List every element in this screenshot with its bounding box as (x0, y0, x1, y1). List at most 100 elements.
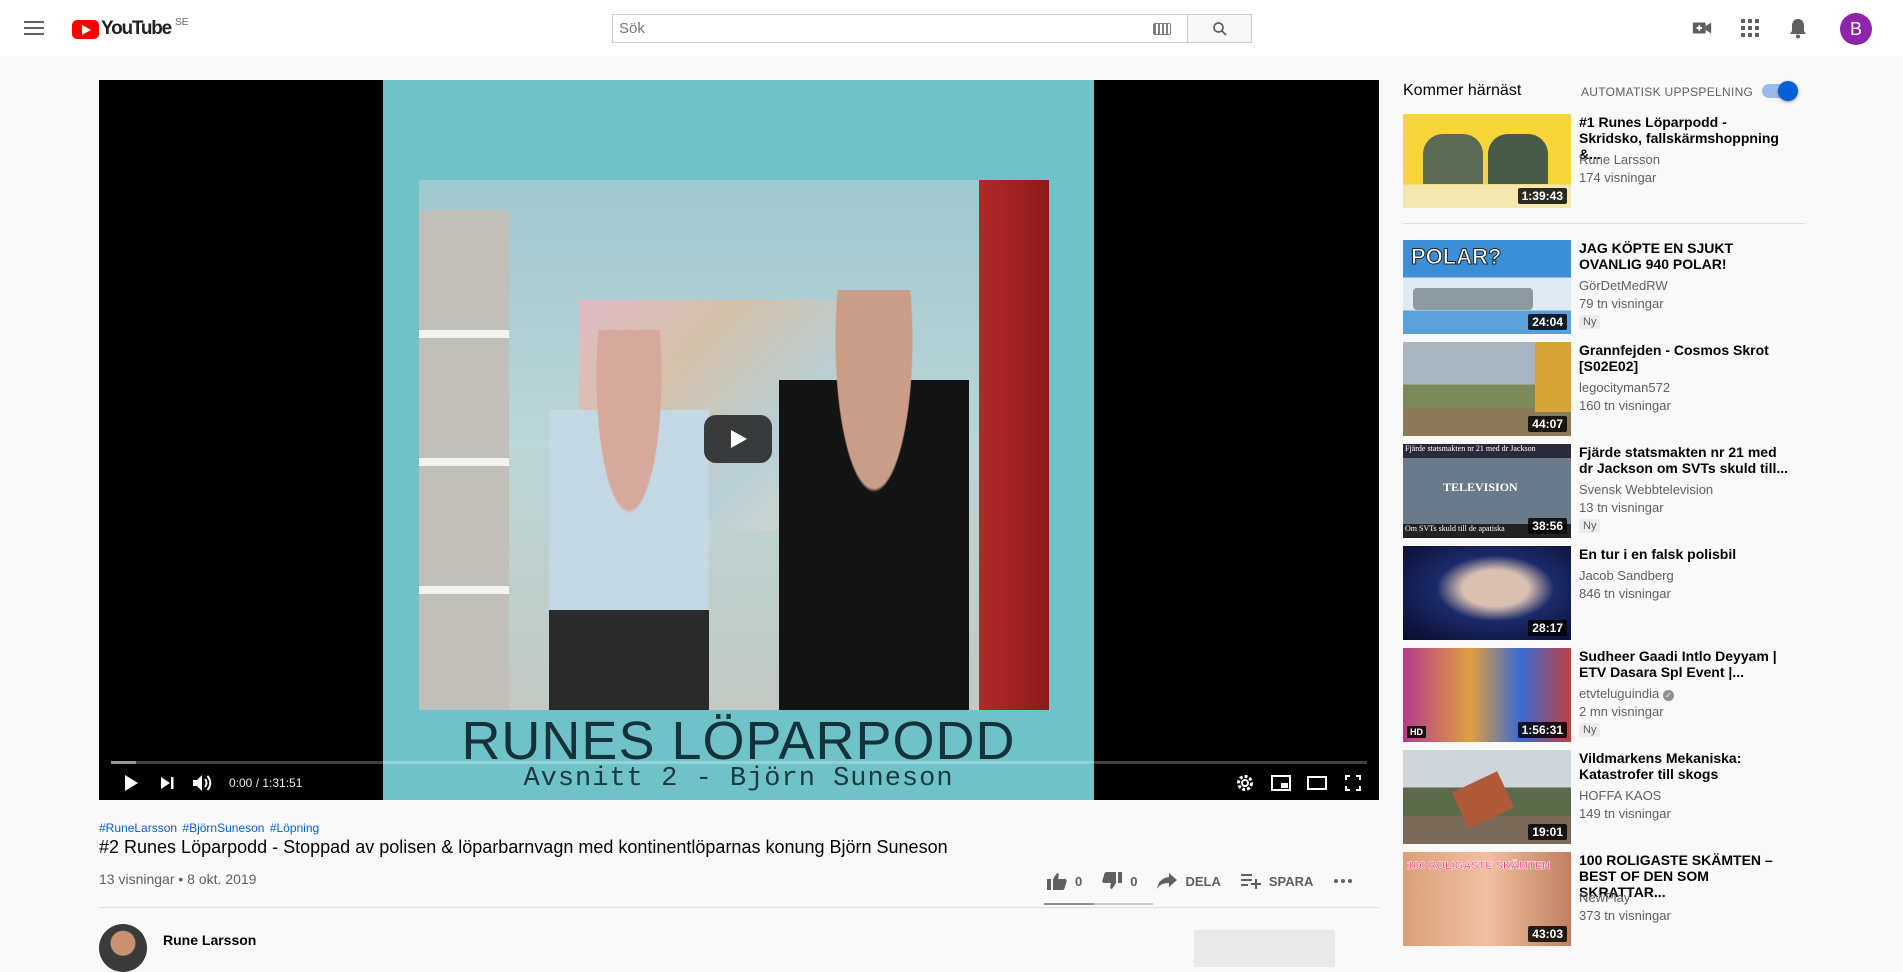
search-bar (612, 14, 1252, 43)
menu-icon[interactable] (24, 18, 44, 38)
apps-grid-icon[interactable] (1738, 16, 1762, 40)
up-next-video[interactable]: 19:01 Vildmarkens Mekaniska: Katastrofer… (1403, 750, 1813, 844)
up-next-video[interactable]: 1:39:43 #1 Runes Löparpodd - Skridsko, f… (1403, 114, 1813, 208)
keyboard-icon[interactable] (1153, 23, 1171, 35)
video-duration: 28:17 (1528, 620, 1567, 636)
video-thumbnail[interactable]: 28:17 (1403, 546, 1571, 640)
video-player[interactable]: RUNES LÖPARPODD Avsnitt 2 - Björn Suneso… (99, 80, 1379, 800)
video-channel: Svensk Webbtelevision (1579, 482, 1714, 497)
video-title: Sudheer Gaadi Intlo Deyyam | ETV Dasara … (1579, 648, 1777, 680)
video-views: 2 mn visningar (1579, 704, 1664, 719)
video-thumbnail[interactable]: Fjärde statsmakten nr 21 med dr Jackson … (1403, 444, 1571, 538)
account-avatar[interactable]: B (1840, 13, 1872, 45)
video-title: Fjärde statsmakten nr 21 med dr Jackson … (1579, 444, 1789, 476)
up-next-heading: Kommer härnäst (1403, 82, 1522, 99)
video-channel: etvteluguindia ✓ (1579, 686, 1674, 701)
thumbnail-text: Fjärde statsmakten nr 21 med dr Jackson (1405, 444, 1536, 453)
new-badge: Ny (1579, 315, 1601, 329)
up-next-video[interactable]: HD 1:56:31 Sudheer Gaadi Intlo Deyyam | … (1403, 648, 1813, 742)
like-button[interactable]: 0 (1047, 872, 1082, 890)
sentiment-bar-fill (1044, 903, 1094, 905)
theater-mode-button[interactable] (1299, 766, 1335, 800)
video-duration: 24:04 (1528, 314, 1567, 330)
video-thumbnail[interactable]: 1:39:43 (1403, 114, 1571, 208)
thumbnail-text: POLAR? (1410, 244, 1502, 270)
save-label: SPARA (1268, 873, 1314, 889)
create-video-icon[interactable] (1690, 16, 1714, 40)
volume-icon (193, 775, 212, 791)
save-button[interactable]: SPARA (1240, 873, 1314, 889)
video-duration: 44:07 (1528, 416, 1567, 432)
autoplay-toggle[interactable] (1762, 81, 1798, 101)
channel-avatar[interactable] (99, 924, 147, 972)
video-views: 13 tn visningar (1579, 500, 1664, 515)
more-horizontal-icon (1334, 879, 1353, 883)
notifications-bell-icon[interactable] (1786, 16, 1810, 40)
thumbnail-text: TELEVISION (1443, 480, 1518, 494)
thumbnail-figure (1423, 134, 1483, 184)
video-views: 846 tn visningar (1579, 586, 1671, 601)
video-actions: 0 0 DELA SPARA (1047, 866, 1381, 896)
settings-button[interactable] (1227, 766, 1263, 800)
play-icon (125, 775, 138, 791)
dislike-count: 0 (1130, 873, 1138, 889)
video-title: En tur i en falsk polisbil (1579, 546, 1737, 562)
channel-name[interactable]: Rune Larsson (163, 932, 256, 948)
next-button[interactable] (149, 766, 185, 800)
volume-button[interactable] (185, 766, 221, 800)
new-badge: Ny (1579, 723, 1601, 737)
up-next-video[interactable]: 100 ROLIGASTE SKÄMTEN 43:03 100 ROLIGAST… (1403, 852, 1813, 946)
up-next-video[interactable]: 28:17 En tur i en falsk polisbil Jacob S… (1403, 546, 1813, 640)
up-next-video[interactable]: POLAR? 24:04 JAG KÖPTE EN SJUKT OVANLIG … (1403, 240, 1813, 334)
video-duration: 19:01 (1528, 824, 1567, 840)
gear-icon (1237, 775, 1253, 791)
video-thumbnail[interactable]: HD 1:56:31 (1403, 648, 1571, 742)
dislike-button[interactable]: 0 (1102, 872, 1137, 890)
up-next-video[interactable]: 44:07 Grannfejden - Cosmos Skrot [S02E02… (1403, 342, 1813, 436)
fullscreen-button[interactable] (1335, 766, 1371, 800)
new-badge: Ny (1579, 519, 1601, 533)
hashtag-link[interactable]: #Löpning (270, 821, 319, 835)
theater-icon (1307, 776, 1327, 790)
channel-name-text: etvteluguindia (1579, 686, 1660, 701)
video-thumbnail[interactable]: POLAR? 24:04 (1403, 240, 1571, 334)
video-meta: 13 visningar • 8 okt. 2019 (99, 871, 257, 887)
thumbnail-house (1535, 342, 1571, 412)
search-button[interactable] (1187, 14, 1252, 43)
video-views: 373 tn visningar (1579, 908, 1671, 923)
hashtags: #RuneLarsson #BjörnSuneson #Löpning (99, 821, 321, 835)
autoplay-toggle-knob (1778, 81, 1798, 101)
person-left (549, 330, 709, 710)
video-thumbnail[interactable]: 19:01 (1403, 750, 1571, 844)
player-controls-right (1227, 766, 1371, 800)
video-title: Grannfejden - Cosmos Skrot [S02E02] (1579, 342, 1769, 374)
youtube-logo[interactable]: YouTube SE (72, 17, 188, 40)
sidebar-separator (1403, 223, 1805, 224)
thumbnail-figure (1488, 134, 1548, 184)
play-button[interactable] (113, 766, 149, 800)
video-channel: NewPlay (1579, 890, 1631, 905)
video-thumbnail[interactable]: 100 ROLIGASTE SKÄMTEN 43:03 (1403, 852, 1571, 946)
skip-next-icon (161, 777, 174, 789)
more-actions-button[interactable] (1333, 878, 1361, 884)
video-duration: 38:56 (1528, 518, 1567, 534)
autoplay-label: AUTOMATISK UPPSPELNING (1581, 85, 1754, 99)
hashtag-link[interactable]: #RuneLarsson (99, 821, 177, 835)
video-views: 174 visningar (1579, 170, 1657, 185)
hd-badge: HD (1407, 726, 1426, 738)
miniplayer-icon (1271, 775, 1291, 791)
large-play-button[interactable] (704, 415, 772, 463)
search-input[interactable] (619, 20, 1139, 37)
fullscreen-icon (1345, 775, 1361, 791)
up-next-video[interactable]: Fjärde statsmakten nr 21 med dr Jackson … (1403, 444, 1813, 538)
share-button[interactable]: DELA (1157, 873, 1221, 889)
logo-text: YouTube (101, 18, 172, 39)
miniplayer-button[interactable] (1263, 766, 1299, 800)
divider (99, 907, 1379, 908)
video-views: 79 tn visningar (1579, 296, 1664, 311)
video-thumbnail[interactable]: 44:07 (1403, 342, 1571, 436)
progress-bar[interactable] (111, 761, 1367, 764)
subscribe-button[interactable] (1194, 930, 1335, 967)
hashtag-link[interactable]: #BjörnSuneson (182, 821, 264, 835)
search-box (612, 14, 1187, 43)
